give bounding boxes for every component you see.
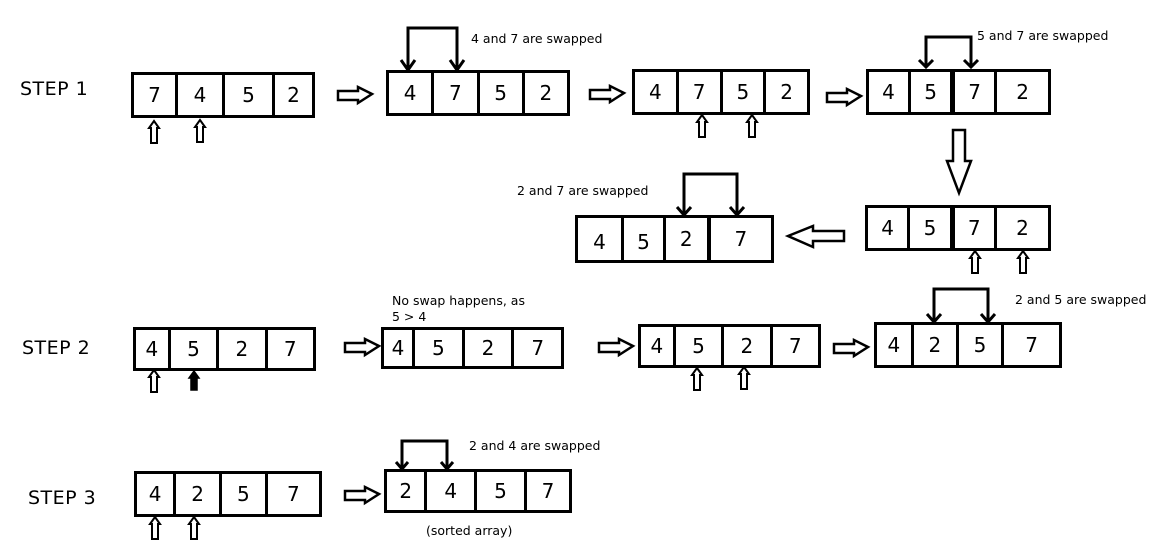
note-swap-5-7: 5 and 7 are swapped (977, 28, 1109, 43)
note-swap-2-4: 2 and 4 are swapped (469, 438, 601, 453)
array-cell: 4 (641, 327, 676, 365)
left-flow-arrow-icon (784, 224, 846, 249)
array-step1-swap3: 4 5 2 7 (575, 215, 774, 263)
compare-pointer-icon (691, 367, 703, 391)
array-cell: 7 (531, 336, 545, 360)
flow-arrow-icon (832, 338, 870, 358)
compare-pointer-icon (148, 369, 160, 393)
bubble-sort-diagram: STEP 1 STEP 2 STEP 3 7 4 5 2 4 7 5 2 4 7… (0, 0, 1160, 548)
compare-pointer-icon (1017, 250, 1029, 274)
step-3-label: STEP 3 (28, 487, 97, 509)
compare-pointer-icon (696, 114, 708, 138)
compare-pointer-icon (148, 120, 160, 144)
flow-arrow-icon (825, 87, 863, 107)
array-cell: 2 (176, 474, 223, 514)
array-cell: 4 (137, 474, 177, 514)
array-cell: 5 (959, 325, 1005, 365)
array-cell: 2 (287, 83, 300, 107)
array-cell: 2 (465, 330, 515, 366)
array-cell: 5 (415, 330, 465, 366)
array-cell: 2 (666, 218, 711, 260)
swap-bracket-4-7 (399, 26, 466, 73)
array-cell: 2 (724, 327, 773, 365)
array-cell: 5 (225, 75, 275, 115)
array-cell: 7 (679, 72, 723, 112)
flow-arrow-icon (343, 485, 381, 505)
array-cell: 4 (136, 330, 171, 368)
compare-pointer-filled-icon (187, 369, 201, 391)
array-cell: 7 (953, 72, 998, 112)
array-cell: 7 (434, 73, 480, 113)
array-cell: 4 (427, 472, 478, 510)
array-step1-compare2: 4 7 5 2 (632, 69, 810, 115)
array-cell: 2 (539, 81, 553, 105)
step-2-label: STEP 2 (22, 337, 91, 359)
note-no-swap-line1: No swap happens, as (392, 293, 525, 308)
array-cell: 7 (1025, 333, 1038, 357)
array-cell: 4 (877, 325, 914, 365)
array-step2-compare2: 4 5 2 7 (638, 324, 821, 368)
array-cell: 2 (1016, 216, 1029, 240)
array-cell: 2 (219, 330, 268, 368)
array-cell: 4 (869, 72, 912, 112)
array-step2-initial: 4 5 2 7 (133, 327, 316, 371)
array-cell: 7 (734, 227, 748, 251)
array-step3-initial: 4 2 5 7 (134, 471, 322, 517)
array-cell: 7 (287, 482, 300, 506)
array-step1-swap2: 4 5 7 2 (866, 69, 1051, 115)
note-swap-4-7: 4 and 7 are swapped (471, 31, 603, 46)
array-cell: 2 (780, 80, 793, 104)
array-cell: 7 (134, 75, 178, 115)
compare-pointer-icon (969, 250, 981, 274)
array-cell: 7 (952, 208, 997, 248)
compare-pointer-icon (194, 119, 206, 143)
array-cell: 5 (171, 330, 220, 368)
array-cell: 4 (578, 218, 625, 260)
swap-bracket-2-5 (925, 287, 997, 325)
array-step2-swap: 4 2 5 7 (874, 322, 1062, 368)
down-flow-arrow-icon (945, 128, 973, 197)
flow-arrow-icon (597, 337, 635, 357)
array-cell: 5 (723, 72, 767, 112)
flow-arrow-icon (588, 84, 626, 104)
step-1-label: STEP 1 (20, 78, 89, 100)
note-sorted-array: (sorted array) (426, 523, 513, 538)
array-cell: 4 (178, 75, 225, 115)
array-step1-initial: 7 4 5 2 (131, 72, 315, 118)
array-cell: 5 (911, 72, 954, 112)
swap-bracket-5-7 (917, 35, 980, 70)
compare-pointer-icon (746, 114, 758, 138)
flow-arrow-icon (336, 85, 374, 105)
flow-arrow-icon (343, 337, 381, 357)
array-cell: 5 (676, 327, 725, 365)
array-cell: 5 (480, 73, 525, 113)
array-cell: 5 (624, 218, 666, 260)
array-step3-sorted: 2 4 5 7 (384, 469, 572, 513)
compare-pointer-icon (738, 366, 750, 390)
array-cell: 2 (1016, 80, 1029, 104)
swap-bracket-2-4 (394, 439, 455, 472)
array-cell: 2 (387, 472, 428, 510)
array-cell: 7 (283, 337, 297, 361)
array-cell: 4 (384, 330, 415, 366)
array-cell: 7 (541, 479, 555, 503)
compare-pointer-icon (149, 516, 161, 540)
array-cell: 4 (635, 72, 679, 112)
compare-pointer-icon (188, 516, 200, 540)
array-cell: 7 (788, 334, 802, 358)
array-cell: 4 (868, 208, 911, 248)
array-step1-compare3: 4 5 7 2 (865, 205, 1051, 251)
swap-bracket-2-7 (675, 172, 746, 218)
note-no-swap-line2: 5 > 4 (392, 309, 427, 324)
array-cell: 2 (914, 325, 959, 365)
array-cell: 5 (222, 474, 268, 514)
array-step2-noswap: 4 5 2 7 (381, 327, 564, 369)
note-swap-2-5: 2 and 5 are swapped (1015, 292, 1147, 307)
array-cell: 4 (389, 73, 435, 113)
array-cell: 5 (477, 472, 527, 510)
array-step1-swap1: 4 7 5 2 (386, 70, 570, 116)
note-swap-2-7: 2 and 7 are swapped (517, 183, 649, 198)
array-cell: 5 (910, 208, 953, 248)
